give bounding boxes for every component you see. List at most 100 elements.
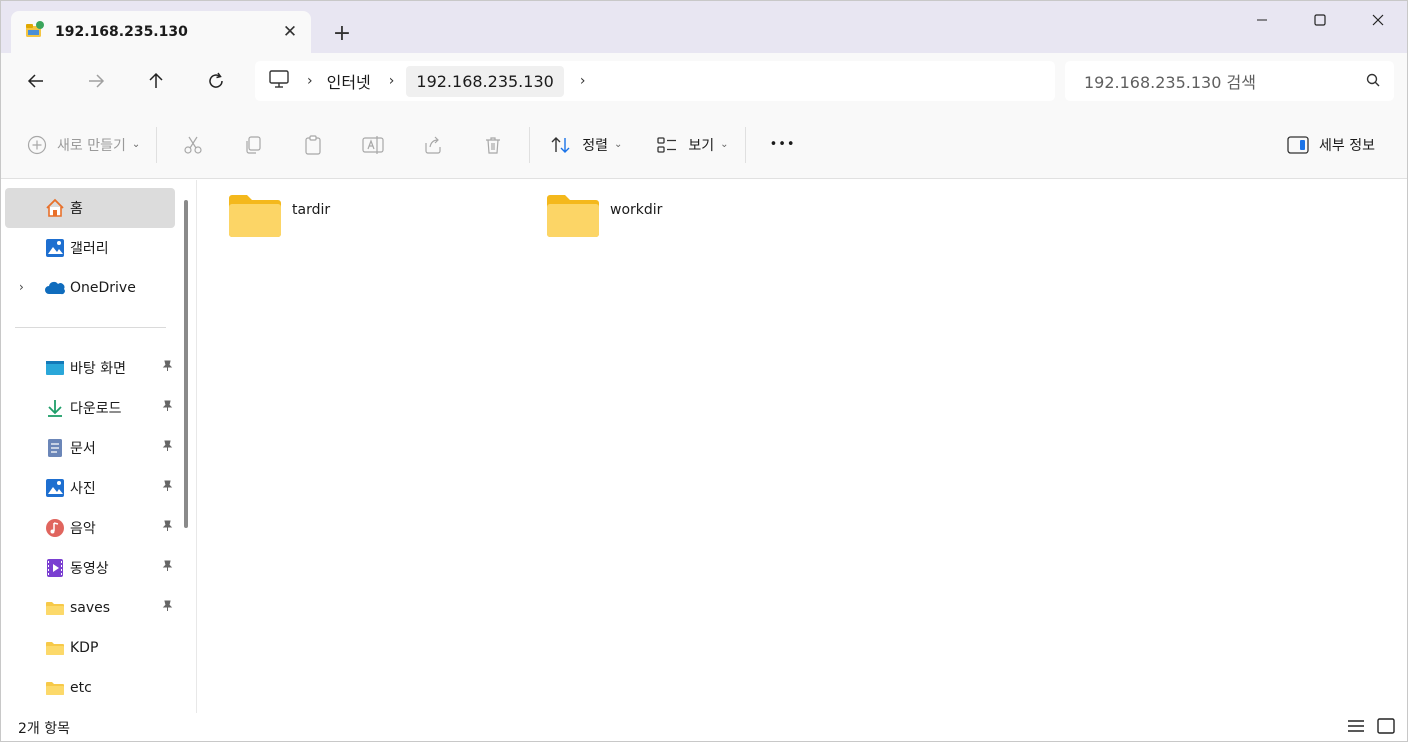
more-options-button[interactable]: ••• [760,125,806,165]
view-button[interactable]: 보기 ⌄ [646,125,738,165]
large-icons-view-button[interactable] [1377,718,1395,738]
navigation-pane: 홈 갤러리 › OneDrive 바탕 화면 다운로드 문서 사진 음악 동영상… [1,180,197,713]
sidebar-item-pictures[interactable]: 사진 [5,468,175,508]
sidebar-scrollbar[interactable] [184,200,188,528]
breadcrumb-current-location[interactable]: 192.168.235.130 [406,65,564,97]
sidebar-item-label: 사진 [70,481,96,497]
sidebar-item-gallery[interactable]: 갤러리 [5,228,175,268]
home-icon [45,198,65,218]
sidebar-item-label: KDP [70,640,99,656]
sidebar-item-label: OneDrive [70,280,136,296]
sidebar-item-label: 홈 [70,201,83,217]
back-button[interactable] [16,63,56,99]
pin-icon[interactable] [161,400,173,416]
address-bar[interactable]: › 인터넷 › 192.168.235.130 › [255,61,1055,101]
rename-button[interactable] [343,125,403,165]
documents-icon [45,438,65,458]
refresh-button[interactable] [196,63,236,99]
sidebar-item-label: etc [70,680,92,696]
sidebar-item-onedrive[interactable]: › OneDrive [5,268,175,308]
cut-button[interactable] [163,125,223,165]
folder-icon [546,194,600,242]
sidebar-item-label: 바탕 화면 [70,361,126,377]
chevron-right-icon[interactable]: › [580,73,586,89]
copy-button[interactable] [223,125,283,165]
delete-button[interactable] [463,125,523,165]
toolbar-separator [744,126,746,163]
chevron-right-icon[interactable]: › [389,73,395,89]
sidebar-item-downloads[interactable]: 다운로드 [5,388,175,428]
maximize-button[interactable] [1291,1,1349,39]
details-view-button[interactable] [1347,718,1365,738]
minimize-button[interactable] [1233,1,1291,39]
pictures-icon [45,478,65,498]
sidebar-item-desktop[interactable]: 바탕 화면 [5,348,175,388]
folder-icon [45,678,65,698]
sidebar-item-kdp[interactable]: KDP [5,628,175,668]
sidebar-item-label: 갤러리 [70,241,109,257]
search-icon[interactable] [1366,72,1380,91]
desktop-icon [45,358,65,378]
window-controls [1233,1,1407,39]
share-icon [425,136,441,154]
sidebar-item-documents[interactable]: 문서 [5,428,175,468]
sidebar-item-music[interactable]: 음악 [5,508,175,548]
pin-icon[interactable] [161,440,173,456]
item-count: 2개 항목 [18,721,70,737]
trash-icon [486,136,501,154]
folder-item-workdir[interactable]: workdir [546,194,662,246]
arrow-right-icon [89,74,105,88]
file-explorer-window: 192.168.235.130 ✕ + › 인터넷 › 192.168.235.… [0,0,1408,742]
breadcrumb-internet[interactable]: 인터넷 [327,69,371,93]
command-bar: 새로 만들기 ⌄ 정렬 ⌄ 보기 ⌄ ••• 세부 정보 [1,111,1407,179]
close-tab-button[interactable]: ✕ [273,15,307,49]
plus-circle-icon [27,135,47,154]
pin-icon[interactable] [161,360,173,376]
sort-button[interactable]: 정렬 ⌄ [540,125,632,165]
sidebar-item-label: saves [70,600,111,616]
title-bar: 192.168.235.130 ✕ + [1,1,1407,53]
search-box[interactable]: 192.168.235.130 검색 [1065,61,1394,101]
sidebar-item-home[interactable]: 홈 [5,188,175,228]
share-button[interactable] [403,125,463,165]
forward-button[interactable] [76,63,116,99]
network-drive-icon [25,20,45,44]
file-name: workdir [610,202,663,218]
folder-icon [45,638,65,658]
toolbar-separator [529,126,531,163]
new-button[interactable]: 새로 만들기 ⌄ [17,125,150,165]
toolbar-separator [156,126,158,163]
sidebar-item-label: 다운로드 [70,401,122,417]
folder-item-tardir[interactable]: tardir [228,194,330,246]
scissors-icon [184,136,202,154]
sidebar-item-label: 음악 [70,521,96,537]
music-icon [45,518,65,538]
arrow-left-icon [27,74,43,88]
sort-icon [551,136,570,153]
search-input[interactable]: 192.168.235.130 검색 [1084,69,1366,93]
sidebar-item-etc[interactable]: etc [5,668,175,708]
paste-button[interactable] [283,125,343,165]
pin-icon[interactable] [161,520,173,536]
new-button-label: 새로 만들기 [57,137,126,154]
tab-network-location[interactable]: 192.168.235.130 ✕ [11,11,311,53]
up-button[interactable] [136,63,176,99]
sidebar-item-videos[interactable]: 동영상 [5,548,175,588]
computer-icon[interactable] [269,70,289,92]
sidebar-item-label: 동영상 [70,561,109,577]
folder-icon [45,598,65,618]
new-tab-button[interactable]: + [327,18,357,48]
pin-icon[interactable] [161,600,173,616]
clipboard-icon [305,134,321,155]
sidebar-item-saves[interactable]: saves [5,588,175,628]
pin-icon[interactable] [161,560,173,576]
chevron-right-icon[interactable]: › [19,280,24,294]
onedrive-icon [45,278,65,298]
details-pane-button[interactable]: 세부 정보 [1277,125,1385,165]
file-list: tardir workdir [198,180,1407,713]
close-window-button[interactable] [1349,1,1407,39]
pin-icon[interactable] [161,480,173,496]
details-pane-icon [1287,136,1309,154]
chevron-right-icon[interactable]: › [307,73,313,89]
sidebar-item-label: 문서 [70,441,96,457]
